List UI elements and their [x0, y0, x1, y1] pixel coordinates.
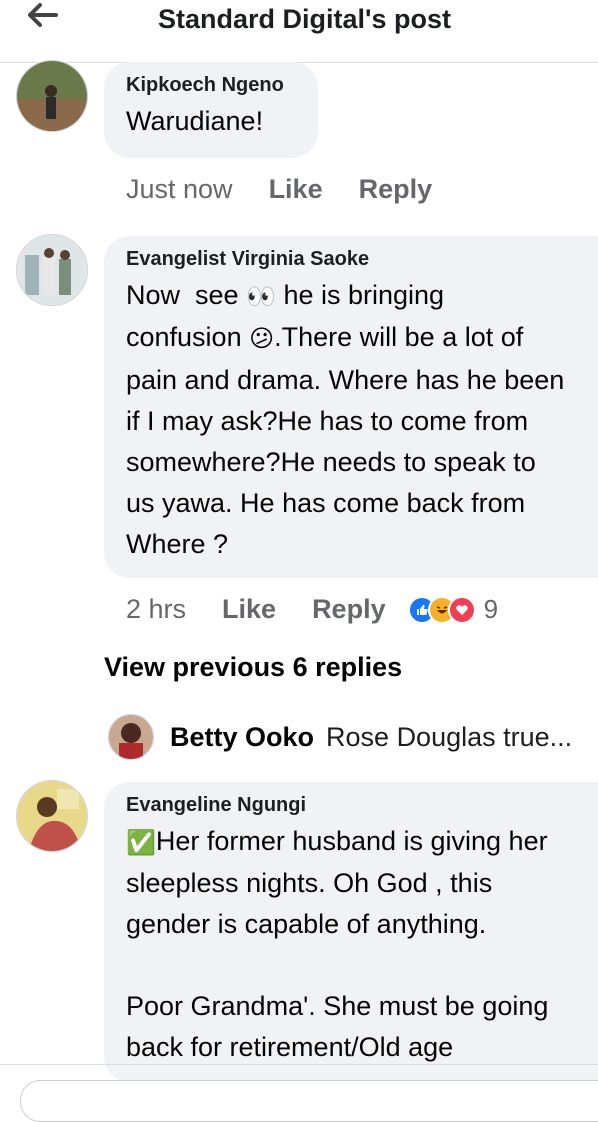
arrow-left-icon: [28, 3, 58, 27]
avatar-kipkoech[interactable]: [16, 60, 88, 132]
reply-button[interactable]: Reply: [312, 594, 386, 625]
comment-time[interactable]: 2 hrs: [126, 594, 186, 625]
avatar-betty[interactable]: [108, 714, 154, 760]
comment-author[interactable]: Evangeline Ngungi: [126, 794, 598, 817]
divider: [0, 1064, 598, 1065]
reply-preview[interactable]: Betty Ooko Rose Douglas true...: [108, 714, 572, 760]
comment-text: Now see 👀 he is bringing confusion 😕.The…: [126, 280, 565, 559]
like-button[interactable]: Like: [269, 174, 323, 205]
comment-bubble[interactable]: Evangelist Virginia Saoke Now see 👀 he i…: [104, 236, 598, 578]
avatar-virginia[interactable]: [16, 234, 88, 306]
eyes-emoji-icon: 👀: [246, 283, 276, 311]
reply-text: Rose Douglas true...: [326, 721, 573, 752]
profile-photo: [17, 235, 87, 305]
profile-photo: [17, 781, 87, 851]
check-mark-icon: ✅: [126, 829, 156, 857]
like-button[interactable]: Like: [222, 594, 276, 625]
comment-text: Warudiane!: [126, 106, 264, 136]
back-button[interactable]: [24, 0, 64, 30]
page-title: Standard Digital's post: [158, 4, 451, 34]
reaction-count: 9: [483, 594, 499, 624]
reactions-summary[interactable]: 9: [407, 594, 499, 625]
confused-emoji-icon: 😕: [249, 325, 275, 353]
comment-text: ✅Her former husband is giving her sleepl…: [126, 826, 549, 1063]
avatar-evangeline[interactable]: [16, 780, 88, 852]
comment-actions: 2 hrs Like Reply 9: [126, 594, 498, 625]
view-previous-replies-link[interactable]: View previous 6 replies: [104, 652, 402, 683]
comment-actions: Just now Like Reply: [126, 174, 432, 205]
post-header: Standard Digital's post: [0, 0, 598, 63]
comment-author[interactable]: Kipkoech Ngeno: [126, 74, 296, 97]
comment-author[interactable]: Evangelist Virginia Saoke: [126, 248, 598, 271]
love-reaction-icon: [447, 595, 476, 624]
reply-author[interactable]: Betty Ooko: [170, 722, 314, 753]
profile-photo: [109, 715, 153, 759]
comment-bubble[interactable]: Evangeline Ngungi ✅Her former husband is…: [104, 782, 598, 1082]
comment-bubble[interactable]: Kipkoech Ngeno Warudiane!: [104, 62, 318, 158]
reply-button[interactable]: Reply: [359, 174, 433, 205]
comment-time[interactable]: Just now: [126, 174, 233, 205]
profile-photo: [17, 61, 87, 131]
comment-composer[interactable]: [20, 1080, 598, 1122]
